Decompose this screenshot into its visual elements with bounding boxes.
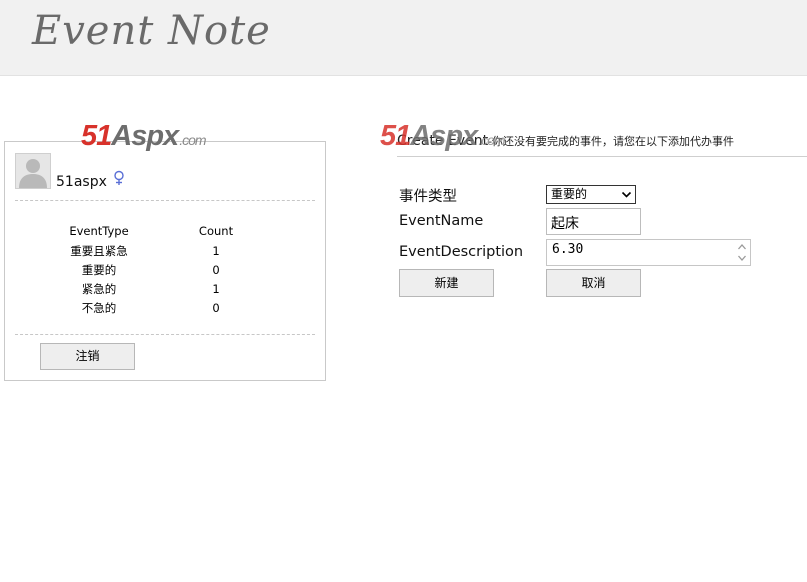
event-description-value: 6.30 — [552, 242, 584, 257]
event-name-input[interactable]: 起床 — [546, 208, 641, 235]
watermark-text: .com — [478, 132, 505, 148]
count-cell: 0 — [212, 262, 220, 277]
count-cell: 1 — [212, 281, 220, 296]
watermark-text: 51 — [380, 120, 411, 152]
female-icon — [113, 170, 125, 190]
table-row: 不急的 0 — [51, 298, 285, 317]
event-type-selected: 重要的 — [551, 187, 588, 201]
divider — [15, 334, 315, 335]
event-type-cell: 重要且紧急 — [70, 243, 128, 258]
table-row: 重要且紧急 1 — [51, 241, 285, 260]
app-title: Event Note — [32, 8, 271, 54]
event-type-cell: 紧急的 — [81, 281, 117, 296]
table-row: 紧急的 1 — [51, 279, 285, 298]
count-cell: 1 — [212, 243, 220, 258]
table-row: 重要的 0 — [51, 260, 285, 279]
username: 51aspx — [56, 174, 107, 190]
event-type-cell: 重要的 — [81, 262, 117, 277]
avatar-icon — [15, 153, 51, 189]
watermark-logo-left: 51Aspx.com — [81, 120, 207, 153]
event-type-select[interactable]: 重要的 — [546, 185, 636, 204]
scroll-down-icon[interactable] — [737, 253, 747, 263]
table-header-row: EventType Count — [51, 221, 285, 241]
column-header-count: Count — [198, 224, 234, 238]
chevron-down-icon — [621, 191, 632, 198]
create-event-hint: -你还没有要完成的事件，请您在以下添加代办事件 — [488, 135, 735, 148]
scroll-up-icon[interactable] — [737, 242, 747, 252]
divider — [397, 156, 807, 157]
header-bar: Event Note — [0, 0, 807, 76]
user-card: 51aspx EventType Count 重要且紧急 1 重要的 0 紧急的… — [4, 141, 326, 381]
divider — [15, 200, 315, 201]
column-header-eventtype: EventType — [69, 224, 129, 238]
event-type-label: 事件类型 — [399, 189, 457, 205]
watermark-text: 51 — [81, 120, 112, 152]
count-cell: 0 — [212, 300, 220, 315]
event-description-input[interactable]: 6.30 — [546, 239, 751, 266]
event-stats-table: EventType Count 重要且紧急 1 重要的 0 紧急的 1 不急的 … — [51, 221, 285, 317]
watermark-text: Aspx — [410, 120, 478, 152]
event-description-label: EventDescription — [399, 244, 524, 260]
watermark-text: .com — [179, 132, 206, 148]
watermark-text: Aspx — [111, 120, 179, 152]
event-name-label: EventName — [399, 213, 484, 229]
watermark-logo-right: 51Aspx.com — [380, 120, 506, 153]
logout-button[interactable]: 注销 — [40, 343, 135, 370]
create-button[interactable]: 新建 — [399, 269, 494, 297]
cancel-button[interactable]: 取消 — [546, 269, 641, 297]
event-type-cell: 不急的 — [81, 300, 117, 315]
